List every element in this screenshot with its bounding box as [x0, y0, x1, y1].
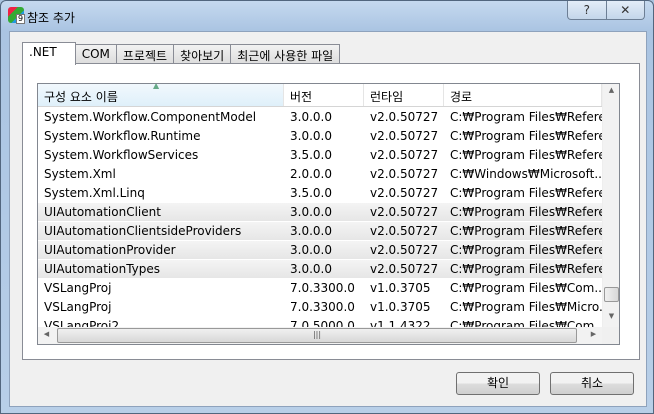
table-row[interactable]: System.Xml.Linq 3.5.0.0 v2.0.50727 C:₩Progr…: [38, 184, 602, 203]
component-path: C:₩Program Files₩Refere...: [450, 129, 602, 143]
column-header-runtime[interactable]: 런타임: [364, 84, 444, 106]
component-version: 3.0.0.0: [290, 262, 332, 276]
vertical-scrollbar[interactable]: ▲ ▼: [602, 84, 619, 328]
component-runtime: v2.0.50727: [370, 129, 439, 143]
scroll-left-icon[interactable]: ◀: [38, 330, 55, 338]
component-runtime: v2.0.50727: [370, 205, 439, 219]
tab-panel: ▲ 구성 요소 이름 버전 런타임 경로 System.Workflow.Comp…: [22, 63, 640, 360]
add-reference-dialog: 9 참조 추가 ? ✕ .NET COM 프로젝트 찾아보기 최근에 사용한 파…: [0, 0, 654, 414]
horizontal-scrollbar[interactable]: ◀ ||| ▶: [38, 327, 602, 344]
table-row[interactable]: System.Workflow.Runtime 3.0.0.0 v2.0.50727…: [38, 127, 602, 146]
component-runtime: v2.0.50727: [370, 262, 439, 276]
table-row[interactable]: VSLangProj 7.0.3300.0 v1.0.3705 C:₩Program …: [38, 279, 602, 298]
component-version: 3.5.0.0: [290, 148, 332, 162]
component-version: 7.0.3300.0: [290, 300, 355, 314]
component-path: C:₩Program Files₩Refere...: [450, 148, 602, 162]
component-list[interactable]: ▲ 구성 요소 이름 버전 런타임 경로 System.Workflow.Comp…: [37, 83, 620, 345]
sort-ascending-icon: ▲: [153, 83, 160, 90]
tab-project[interactable]: 프로젝트: [115, 44, 175, 64]
component-name: System.Workflow.ComponentModel: [44, 110, 257, 124]
component-path: C:₩Program Files₩Refere...: [450, 186, 602, 200]
component-name: VSLangProj: [44, 281, 112, 295]
client-area: .NET COM 프로젝트 찾아보기 최근에 사용한 파일 ▲ 구성 요소 이름 …: [9, 31, 647, 407]
table-row[interactable]: UIAutomationTypes 3.0.0.0 v2.0.50727 C:₩Pro…: [38, 260, 602, 279]
list-rows: System.Workflow.ComponentModel 3.0.0.0 v2.…: [38, 108, 602, 336]
column-label: 구성 요소 이름: [44, 90, 118, 104]
component-version: 3.0.0.0: [290, 129, 332, 143]
vertical-scroll-thumb[interactable]: [604, 287, 619, 302]
component-version: 3.0.0.0: [290, 224, 332, 238]
component-path: C:₩Program Files₩Refere...: [450, 224, 602, 238]
component-name: UIAutomationClient: [44, 205, 161, 219]
scrollbar-corner: [602, 327, 619, 344]
component-path: C:₩Program Files₩Refere...: [450, 262, 602, 276]
table-row[interactable]: UIAutomationProvider 3.0.0.0 v2.0.50727 C:₩…: [38, 241, 602, 260]
component-name: System.WorkflowServices: [44, 148, 199, 162]
component-runtime: v2.0.50727: [370, 148, 439, 162]
component-runtime: v2.0.50727: [370, 186, 439, 200]
component-name: System.Workflow.Runtime: [44, 129, 201, 143]
column-header-version[interactable]: 버전: [284, 84, 364, 106]
column-header-path[interactable]: 경로: [444, 84, 602, 106]
component-runtime: v1.0.3705: [370, 281, 431, 295]
component-version: 2.0.0.0: [290, 167, 332, 181]
component-runtime: v2.0.50727: [370, 243, 439, 257]
window-title: 참조 추가: [27, 11, 75, 25]
table-row[interactable]: UIAutomationClient 3.0.0.0 v2.0.50727 C:₩Pr…: [38, 203, 602, 222]
ok-button[interactable]: 확인: [456, 372, 540, 395]
component-runtime: v2.0.50727: [370, 167, 439, 181]
component-path: C:₩Program Files₩Micro...: [450, 300, 602, 314]
horizontal-scroll-thumb[interactable]: |||: [57, 328, 577, 343]
component-version: 3.0.0.0: [290, 110, 332, 124]
tab-browse[interactable]: 찾아보기: [173, 44, 232, 64]
cancel-button[interactable]: 취소: [550, 372, 634, 395]
component-path: C:₩Program Files₩Refere...: [450, 243, 602, 257]
component-version: 3.5.0.0: [290, 186, 332, 200]
scroll-up-icon[interactable]: ▲: [603, 86, 619, 94]
table-row[interactable]: VSLangProj 7.0.3300.0 v1.0.3705 C:₩Program …: [38, 298, 602, 317]
component-path: C:₩Program Files₩Refere...: [450, 205, 602, 219]
app-icon: 9: [8, 7, 25, 24]
list-header: ▲ 구성 요소 이름 버전 런타임 경로: [38, 84, 602, 107]
tab-recent[interactable]: 최근에 사용한 파일: [230, 44, 341, 64]
table-row[interactable]: System.Workflow.ComponentModel 3.0.0.0 v2.…: [38, 108, 602, 127]
component-name: System.Xml: [44, 167, 116, 181]
component-runtime: v2.0.50727: [370, 224, 439, 238]
column-header-name[interactable]: ▲ 구성 요소 이름: [38, 84, 284, 106]
tab-strip: .NET COM 프로젝트 찾아보기 최근에 사용한 파일: [22, 42, 341, 65]
component-version: 3.0.0.0: [290, 243, 332, 257]
component-name: UIAutomationProvider: [44, 243, 176, 257]
table-row[interactable]: UIAutomationClientsideProviders 3.0.0.0 v2…: [38, 222, 602, 241]
component-path: C:₩Windows₩Microsoft....: [450, 167, 602, 181]
help-button[interactable]: ?: [568, 1, 607, 19]
scroll-right-icon[interactable]: ▶: [585, 330, 602, 338]
component-name: System.Xml.Linq: [44, 186, 145, 200]
table-row[interactable]: System.WorkflowServices 3.5.0.0 v2.0.50727…: [38, 146, 602, 165]
component-version: 7.0.3300.0: [290, 281, 355, 295]
component-name: UIAutomationClientsideProviders: [44, 224, 242, 238]
component-runtime: v2.0.50727: [370, 110, 439, 124]
component-name: VSLangProj: [44, 300, 112, 314]
component-version: 3.0.0.0: [290, 205, 332, 219]
tab-com[interactable]: COM: [74, 44, 117, 64]
component-path: C:₩Program Files₩Refere...: [450, 110, 602, 124]
close-button[interactable]: ✕: [607, 1, 645, 19]
table-row[interactable]: System.Xml 2.0.0.0 v2.0.50727 C:₩Windows₩Mi…: [38, 165, 602, 184]
tab-net[interactable]: .NET: [22, 42, 76, 65]
component-name: UIAutomationTypes: [44, 262, 161, 276]
component-path: C:₩Program Files₩Com...: [450, 281, 602, 295]
component-runtime: v1.0.3705: [370, 300, 431, 314]
scroll-down-icon[interactable]: ▼: [603, 312, 619, 320]
